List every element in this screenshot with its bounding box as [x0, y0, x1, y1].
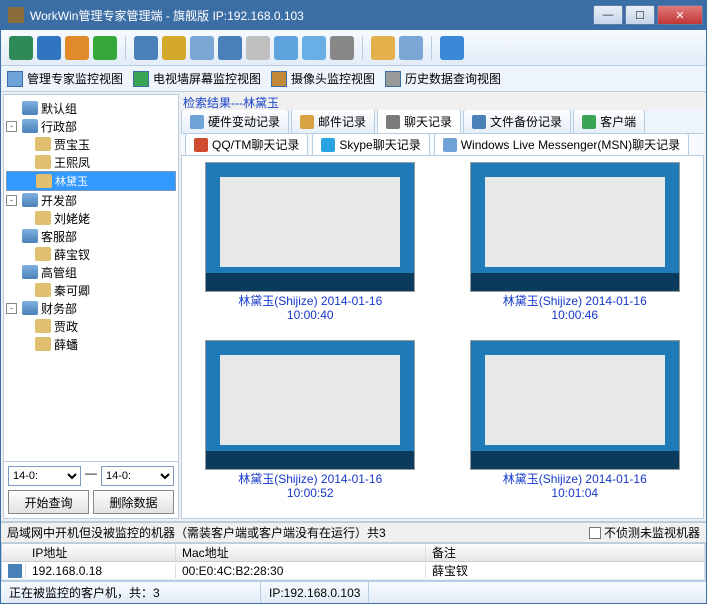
- camera-icon: [271, 71, 287, 87]
- status-ip: IP:192.168.0.103: [261, 582, 369, 603]
- close-button[interactable]: ✕: [657, 5, 703, 25]
- toolbar-icon-11[interactable]: [302, 36, 326, 60]
- toolbar-icon-8[interactable]: [218, 36, 242, 60]
- delete-button[interactable]: 删除数据: [93, 490, 174, 514]
- thumbnail-item[interactable]: 林黛玉(Shijize) 2014-01-1610:01:04: [453, 340, 698, 512]
- col-ip[interactable]: IP地址: [26, 544, 176, 561]
- col-mac[interactable]: Mac地址: [176, 544, 426, 561]
- group-tree[interactable]: 默认组 -行政部 贾宝玉 王熙凤 林黛玉 -开发部 刘姥姥 客服部 薛宝钗 高管…: [4, 95, 178, 461]
- user-icon: [36, 174, 52, 188]
- query-button[interactable]: 开始查询: [8, 490, 89, 514]
- client-icon: [582, 115, 596, 129]
- chat-subtabs: QQ/TM聊天记录 Skype聊天记录 Windows Live Messeng…: [181, 134, 704, 156]
- minimize-button[interactable]: —: [593, 5, 623, 25]
- subtab-skype[interactable]: Skype聊天记录: [312, 134, 429, 156]
- pc-icon: [8, 564, 22, 578]
- group-icon: [22, 101, 38, 115]
- table-row[interactable]: 192.168.0.18 00:E0:4C:B2:28:30 薛宝钗: [2, 562, 705, 580]
- chat-icon: [386, 115, 400, 129]
- tab-chat[interactable]: 聊天记录: [377, 110, 461, 133]
- qq-icon: [194, 138, 208, 152]
- screenshot-thumb: [205, 162, 415, 292]
- hardware-icon: [190, 115, 204, 129]
- right-panel: 检索结果---林黛玉 硬件变动记录 邮件记录 聊天记录 文件备份记录 客户端 Q…: [181, 94, 704, 519]
- mail-icon: [300, 115, 314, 129]
- maximize-button[interactable]: ☐: [625, 5, 655, 25]
- thumbnail-item[interactable]: 林黛玉(Shijize) 2014-01-1610:00:52: [188, 340, 433, 512]
- checkbox-icon: [589, 527, 601, 539]
- tvwall-icon: [133, 71, 149, 87]
- toolbar-icon-12[interactable]: [330, 36, 354, 60]
- view-history[interactable]: 历史数据查询视图: [385, 70, 501, 87]
- user-icon: [35, 155, 51, 169]
- toolbar-icon-10[interactable]: [274, 36, 298, 60]
- user-icon: [35, 283, 51, 297]
- skype-icon: [321, 138, 335, 152]
- history-icon: [385, 71, 401, 87]
- tab-client[interactable]: 客户端: [573, 110, 645, 133]
- group-icon: [22, 265, 38, 279]
- thumbnail-grid: 林黛玉(Shijize) 2014-01-1610:00:40 林黛玉(Shij…: [181, 156, 704, 519]
- view-toolbar: 管理专家监控视图 电视墙屏幕监控视图 摄像头监控视图 历史数据查询视图: [1, 66, 706, 92]
- unmonitored-label: 局域网中开机但没被监控的机器（需装客户端或客户端没有在运行）共3: [7, 524, 386, 541]
- toolbar-icon-2[interactable]: [37, 36, 61, 60]
- main-toolbar: [1, 30, 706, 66]
- view-tvwall[interactable]: 电视墙屏幕监控视图: [133, 70, 261, 87]
- thumbnail-item[interactable]: 林黛玉(Shijize) 2014-01-1610:00:40: [188, 162, 433, 334]
- toolbar-icon-7[interactable]: [190, 36, 214, 60]
- thumbnail-item[interactable]: 林黛玉(Shijize) 2014-01-1610:00:46: [453, 162, 698, 334]
- status-clients: 正在被监控的客户机，共：3: [1, 582, 261, 603]
- toolbar-icon-3[interactable]: [65, 36, 89, 60]
- no-detect-checkbox[interactable]: 不侦测未监视机器: [589, 524, 700, 541]
- toolbar-icon-13[interactable]: [371, 36, 395, 60]
- user-icon: [35, 211, 51, 225]
- toolbar-icon-6[interactable]: [162, 36, 186, 60]
- window-title: WorkWin管理专家管理端 - 旗舰版 IP:192.168.0.103: [30, 7, 591, 24]
- tab-hardware[interactable]: 硬件变动记录: [181, 110, 289, 133]
- monitor-icon: [7, 71, 23, 87]
- subtab-qq[interactable]: QQ/TM聊天记录: [185, 134, 308, 156]
- user-icon: [35, 319, 51, 333]
- user-icon: [35, 137, 51, 151]
- user-icon: [35, 247, 51, 261]
- collapse-icon[interactable]: -: [6, 195, 17, 206]
- time-from-select[interactable]: 14-0:: [8, 466, 81, 486]
- title-bar: WorkWin管理专家管理端 - 旗舰版 IP:192.168.0.103 — …: [0, 0, 707, 30]
- collapse-icon[interactable]: -: [6, 121, 17, 132]
- record-tabs: 硬件变动记录 邮件记录 聊天记录 文件备份记录 客户端: [181, 110, 704, 134]
- tab-mail[interactable]: 邮件记录: [291, 110, 375, 133]
- tab-backup[interactable]: 文件备份记录: [463, 110, 571, 133]
- time-to-select[interactable]: 14-0:: [101, 466, 174, 486]
- screenshot-thumb: [470, 340, 680, 470]
- group-icon: [22, 119, 38, 133]
- col-remark[interactable]: 备注: [426, 544, 705, 561]
- unmonitored-table: IP地址 Mac地址 备注 192.168.0.18 00:E0:4C:B2:2…: [1, 543, 706, 581]
- view-manage[interactable]: 管理专家监控视图: [7, 70, 123, 87]
- toolbar-icon-1[interactable]: [9, 36, 33, 60]
- app-icon: [8, 7, 24, 23]
- view-camera[interactable]: 摄像头监控视图: [271, 70, 375, 87]
- search-result-label: 检索结果---林黛玉: [181, 94, 704, 110]
- group-icon: [22, 301, 38, 315]
- toolbar-icon-help[interactable]: [440, 36, 464, 60]
- left-panel: 默认组 -行政部 贾宝玉 王熙凤 林黛玉 -开发部 刘姥姥 客服部 薛宝钗 高管…: [3, 94, 179, 519]
- bottom-panel: 局域网中开机但没被监控的机器（需装客户端或客户端没有在运行）共3 不侦测未监视机…: [1, 521, 706, 581]
- backup-icon: [472, 115, 486, 129]
- collapse-icon[interactable]: -: [6, 303, 17, 314]
- tree-selected[interactable]: 林黛玉: [6, 171, 176, 191]
- toolbar-icon-14[interactable]: [399, 36, 423, 60]
- status-bar: 正在被监控的客户机，共：3 IP:192.168.0.103: [1, 581, 706, 603]
- msn-icon: [443, 138, 457, 152]
- subtab-msn[interactable]: Windows Live Messenger(MSN)聊天记录: [434, 134, 689, 156]
- toolbar-icon-5[interactable]: [134, 36, 158, 60]
- screenshot-thumb: [470, 162, 680, 292]
- toolbar-icon-4[interactable]: [93, 36, 117, 60]
- group-icon: [22, 229, 38, 243]
- toolbar-icon-9[interactable]: [246, 36, 270, 60]
- screenshot-thumb: [205, 340, 415, 470]
- user-icon: [35, 337, 51, 351]
- group-icon: [22, 193, 38, 207]
